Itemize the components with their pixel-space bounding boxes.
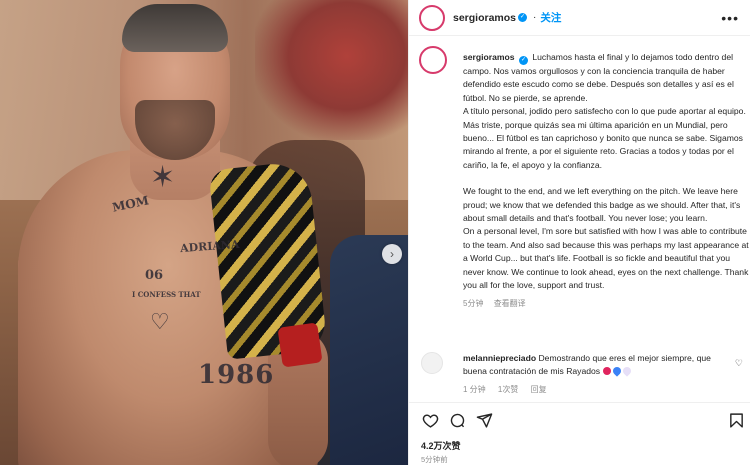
see-translation-link[interactable]: 查看翻译 xyxy=(494,299,526,308)
post-timestamp: 5分钟前 xyxy=(421,455,448,464)
photo-scarf-red xyxy=(277,322,323,368)
caption-en-2: On a personal level, I'm sore but satisf… xyxy=(463,226,749,291)
action-bar xyxy=(409,402,750,432)
white-heart-emoji-icon xyxy=(620,365,633,377)
comment-username[interactable]: melanniepreciado xyxy=(463,353,536,363)
tattoo-year: 1986 xyxy=(198,360,275,390)
likes-count[interactable]: 4.2万次赞 xyxy=(421,439,461,452)
tattoo-confess: I CONFESS THAT xyxy=(132,290,201,299)
comment-likes[interactable]: 1次赞 xyxy=(498,385,518,394)
comment-time: 1 分钟 xyxy=(463,385,486,394)
tattoo-number: 06 xyxy=(145,268,164,283)
heart-icon[interactable] xyxy=(421,411,439,429)
follow-button[interactable]: 关注 xyxy=(540,10,561,25)
blue-heart-emoji-icon xyxy=(610,365,623,377)
comment-text: melanniepreciado Demostrando que eres el… xyxy=(463,352,723,378)
heart-eyes-emoji-icon xyxy=(602,367,611,375)
tattoo-star: ✶ xyxy=(150,160,176,195)
photo-hair xyxy=(122,4,228,52)
caption-en-1: We fought to the end, and we left everyt… xyxy=(463,186,741,224)
caption-username[interactable]: sergioramos xyxy=(463,52,515,62)
caption-meta: 5分钟 查看翻译 xyxy=(463,297,749,310)
background-jacket xyxy=(330,235,408,465)
caption-avatar[interactable] xyxy=(419,46,447,74)
comment-icon[interactable] xyxy=(448,411,466,429)
post-photo: ✶ MOM ADRIANA 06 I CONFESS THAT ♡ 1986 › xyxy=(0,0,408,465)
separator-dot: · xyxy=(533,12,537,23)
comment-meta: 1 分钟 1次赞 回复 xyxy=(463,384,557,395)
caption-text: sergioramos ✓ Luchamos hasta el final y … xyxy=(463,51,749,310)
share-icon[interactable] xyxy=(475,411,493,429)
more-icon[interactable]: ••• xyxy=(721,10,739,26)
caption-time: 5分钟 xyxy=(463,298,484,308)
bookmark-icon[interactable] xyxy=(727,411,745,429)
verified-badge-icon: ✓ xyxy=(518,13,528,22)
comment-avatar[interactable] xyxy=(421,352,443,374)
comment-reply-button[interactable]: 回复 xyxy=(531,385,547,394)
verified-badge-icon: ✓ xyxy=(518,56,528,65)
chevron-right-icon[interactable]: › xyxy=(382,244,402,264)
header-username[interactable]: sergioramos xyxy=(453,12,516,24)
photo-background-red xyxy=(255,0,408,140)
post-header: sergioramos ✓ · 关注 ••• xyxy=(409,0,750,36)
avatar[interactable] xyxy=(419,4,445,31)
tattoo-heart: ♡ xyxy=(150,310,170,335)
post-side-panel: sergioramos ✓ · 关注 ••• sergioramos ✓ Luc… xyxy=(408,0,750,465)
caption-es-2: A título personal, jodido pero satisfech… xyxy=(463,106,746,170)
comment-like-heart-icon[interactable]: ♡ xyxy=(735,358,743,369)
